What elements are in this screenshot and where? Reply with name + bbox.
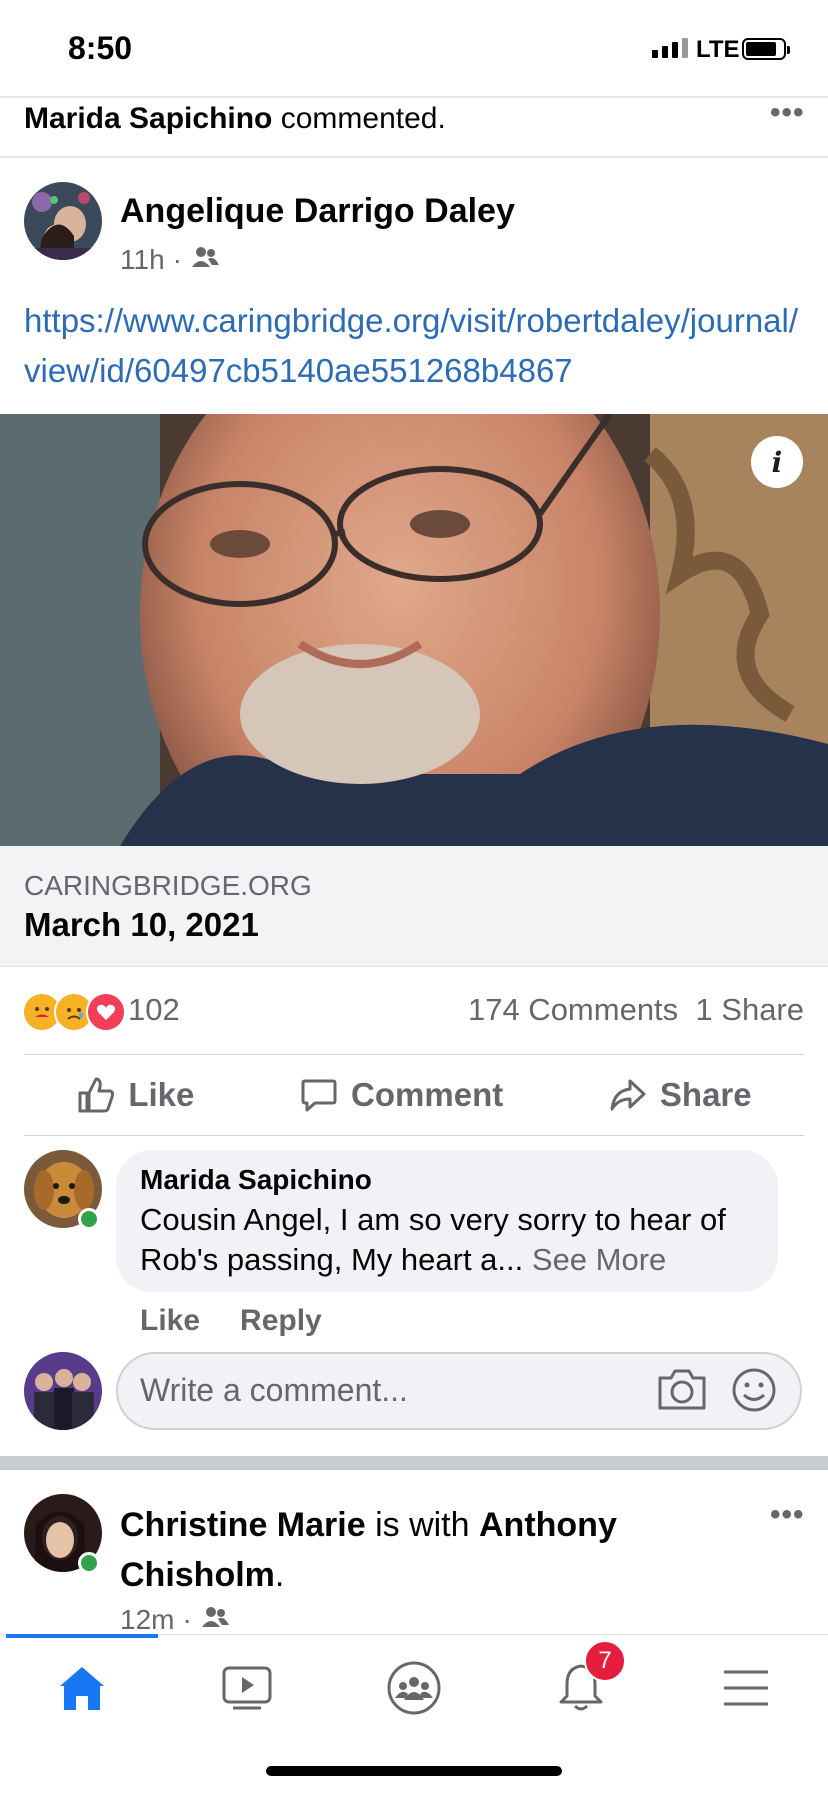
- thumbs-up-icon: [78, 1077, 115, 1113]
- post-action-bar: Like Comment Share: [24, 1054, 804, 1136]
- comments-count[interactable]: 174 Comments: [468, 992, 678, 1027]
- online-status-indicator: [78, 1208, 100, 1230]
- next-post-time[interactable]: 12m: [120, 1604, 174, 1636]
- emoji-icon[interactable]: [730, 1366, 778, 1419]
- like-label: Like: [128, 1076, 195, 1113]
- activity-name[interactable]: Marida Sapichino: [24, 102, 272, 135]
- tab-groups[interactable]: [374, 1652, 454, 1724]
- like-button[interactable]: Like: [76, 1075, 194, 1115]
- next-post-period: .: [274, 1556, 285, 1594]
- meta-separator: ·: [182, 1604, 192, 1635]
- friends-audience-icon: [200, 1604, 230, 1636]
- more-options-icon[interactable]: •••: [770, 96, 805, 130]
- signal-icon: [652, 38, 688, 58]
- home-indicator: [266, 1766, 562, 1776]
- comment-like-button[interactable]: Like: [140, 1304, 200, 1338]
- see-more-link[interactable]: See More: [532, 1242, 666, 1277]
- more-options-icon[interactable]: •••: [770, 1498, 805, 1532]
- groups-icon: [387, 1661, 441, 1715]
- video-icon: [222, 1666, 272, 1710]
- activity-action: commented.: [280, 102, 446, 135]
- comment-reply-button[interactable]: Reply: [240, 1304, 322, 1338]
- divider: [0, 96, 828, 98]
- next-post-meta: 12m ·: [120, 1604, 230, 1636]
- post-time[interactable]: 11h: [120, 244, 165, 276]
- camera-icon[interactable]: [656, 1366, 708, 1417]
- comment-input-placeholder: Write a comment...: [140, 1372, 408, 1408]
- divider: [0, 156, 828, 158]
- hamburger-menu-icon: [724, 1670, 768, 1706]
- comment-icon: [301, 1079, 337, 1112]
- online-status-indicator: [78, 1552, 100, 1574]
- next-post-author[interactable]: Christine Marie: [120, 1506, 366, 1544]
- tab-home[interactable]: [42, 1652, 122, 1724]
- comment-actions: Like Reply: [140, 1304, 322, 1338]
- next-post-connector: is with: [375, 1506, 470, 1544]
- active-tab-indicator: [6, 1634, 158, 1638]
- battery-icon: [742, 38, 790, 60]
- link-title: March 10, 2021: [24, 906, 259, 943]
- current-user-avatar[interactable]: [24, 1352, 102, 1430]
- post-separator: [0, 1456, 828, 1470]
- status-time: 8:50: [68, 30, 133, 66]
- share-button[interactable]: Share: [608, 1075, 752, 1115]
- comment-button[interactable]: Comment: [299, 1075, 503, 1115]
- comment-label: Comment: [351, 1076, 504, 1113]
- home-icon: [60, 1667, 104, 1710]
- network-label: LTE: [696, 36, 740, 63]
- engagement-summary[interactable]: 174 Comments 1 Share: [468, 992, 804, 1028]
- link-preview-image[interactable]: [0, 414, 828, 846]
- post-author[interactable]: Angelique Darrigo Daley: [120, 192, 515, 231]
- reaction-count[interactable]: 102: [128, 992, 180, 1028]
- activity-line: Marida Sapichino commented.: [24, 102, 446, 136]
- tab-menu[interactable]: [706, 1652, 786, 1724]
- link-domain: CARINGBRIDGE.ORG: [24, 870, 312, 901]
- shares-count[interactable]: 1 Share: [695, 992, 804, 1027]
- post-meta: 11h ·: [120, 244, 220, 276]
- share-label: Share: [659, 1076, 752, 1113]
- notifications-badge: 7: [584, 1640, 626, 1682]
- info-icon[interactable]: i: [751, 436, 803, 488]
- next-post-header: Christine Marie is with Anthony Chisholm…: [120, 1500, 720, 1600]
- meta-separator: ·: [172, 244, 182, 275]
- share-icon: [610, 1079, 646, 1111]
- post-link[interactable]: https://www.caringbridge.org/visit/rober…: [24, 296, 814, 396]
- reaction-icons[interactable]: [22, 992, 126, 1032]
- love-reaction-icon: [86, 992, 126, 1032]
- comment-author[interactable]: Marida Sapichino: [140, 1164, 372, 1196]
- tab-watch[interactable]: [207, 1652, 287, 1724]
- comment-text: Cousin Angel, I am so very sorry to hear…: [140, 1200, 760, 1280]
- author-avatar[interactable]: [24, 182, 102, 260]
- friends-audience-icon: [190, 244, 220, 276]
